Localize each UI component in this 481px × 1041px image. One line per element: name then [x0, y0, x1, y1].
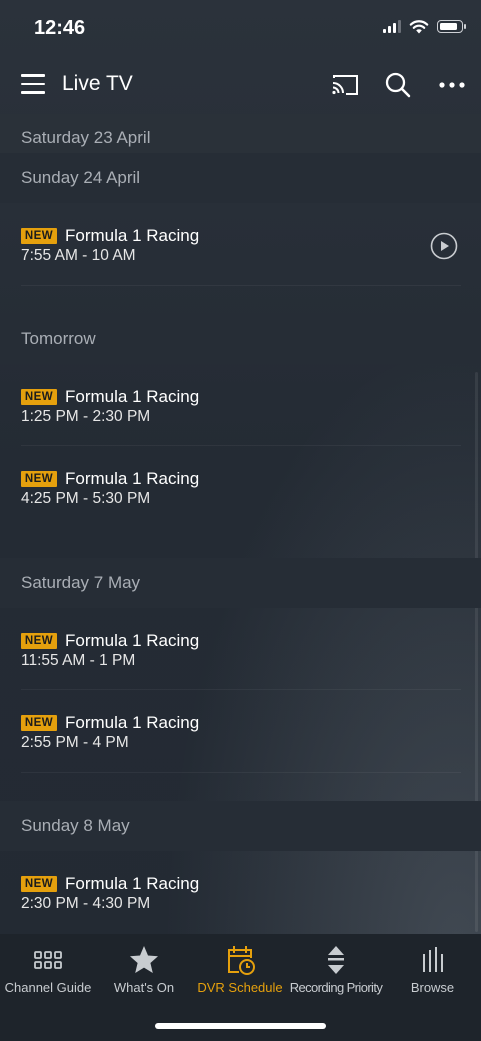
status-icons: [383, 19, 466, 34]
section-header: Tomorrow: [0, 314, 481, 364]
program-time: 1:25 PM - 2:30 PM: [21, 408, 151, 425]
tab-label: Channel Guide: [4, 980, 92, 995]
grid-icon: [34, 951, 62, 969]
cellular-signal-icon: [383, 20, 401, 33]
tab-label: Browse: [410, 980, 455, 995]
list-item[interactable]: NEW Formula 1 Racing 2:55 PM - 4 PM: [0, 690, 481, 801]
tab-label: Recording Priority: [289, 980, 383, 995]
program-title: Formula 1 Racing: [65, 226, 200, 245]
menu-icon[interactable]: [21, 74, 45, 94]
new-badge: NEW: [21, 228, 57, 244]
program-title: Formula 1 Racing: [65, 631, 200, 650]
more-icon[interactable]: [437, 70, 467, 100]
star-icon: [130, 946, 158, 973]
program-title: Formula 1 Racing: [65, 469, 200, 488]
tab-label: DVR Schedule: [197, 980, 283, 995]
app-header: Live TV: [0, 58, 481, 114]
section-header: Sunday 8 May: [0, 801, 481, 851]
status-time: 12:46: [34, 17, 86, 39]
section-header: Saturday 7 May: [0, 558, 481, 608]
divider: [21, 285, 461, 286]
page-title: Live TV: [62, 72, 133, 95]
program-title: Formula 1 Racing: [65, 874, 200, 893]
calendar-clock-icon: [228, 946, 255, 975]
home-indicator[interactable]: [155, 1023, 326, 1029]
list-item[interactable]: NEW Formula 1 Racing 4:25 PM - 5:30 PM: [0, 446, 481, 557]
list-item[interactable]: NEW Formula 1 Racing 7:55 AM - 10 AM: [0, 203, 481, 314]
list-item[interactable]: NEW Formula 1 Racing 1:25 PM - 2:30 PM: [0, 364, 481, 446]
program-time: 11:55 AM - 1 PM: [21, 652, 136, 669]
list-item[interactable]: NEW Formula 1 Racing 11:55 AM - 1 PM: [0, 608, 481, 690]
search-icon[interactable]: [383, 70, 413, 100]
new-badge: NEW: [21, 715, 57, 731]
program-title: Formula 1 Racing: [65, 387, 200, 406]
program-title: Formula 1 Racing: [65, 713, 200, 732]
tab-dvr-schedule[interactable]: DVR Schedule: [192, 934, 288, 1004]
status-bar: 12:46: [0, 0, 481, 58]
play-icon[interactable]: [430, 232, 458, 260]
section-header: Sunday 24 April: [0, 153, 481, 203]
tab-channel-guide[interactable]: Channel Guide: [0, 934, 96, 1004]
new-badge: NEW: [21, 876, 57, 892]
cast-icon[interactable]: [330, 70, 360, 100]
wifi-icon: [409, 20, 429, 34]
program-time: 4:25 PM - 5:30 PM: [21, 490, 151, 507]
sort-arrows-icon: [328, 946, 344, 974]
tab-browse[interactable]: Browse: [384, 934, 481, 1004]
program-time: 7:55 AM - 10 AM: [21, 247, 136, 264]
bars-icon: [422, 947, 443, 972]
list-item[interactable]: NEW Formula 1 Racing 2:30 PM - 4:30 PM: [0, 851, 481, 934]
tab-label: What's On: [113, 980, 175, 995]
battery-icon: [437, 20, 466, 33]
new-badge: NEW: [21, 389, 57, 405]
program-time: 2:30 PM - 4:30 PM: [21, 895, 151, 912]
new-badge: NEW: [21, 471, 57, 487]
program-time: 2:55 PM - 4 PM: [21, 734, 129, 751]
divider: [21, 772, 461, 773]
tab-recording-priority[interactable]: Recording Priority: [288, 934, 384, 1004]
tab-whats-on[interactable]: What's On: [96, 934, 192, 1004]
new-badge: NEW: [21, 633, 57, 649]
